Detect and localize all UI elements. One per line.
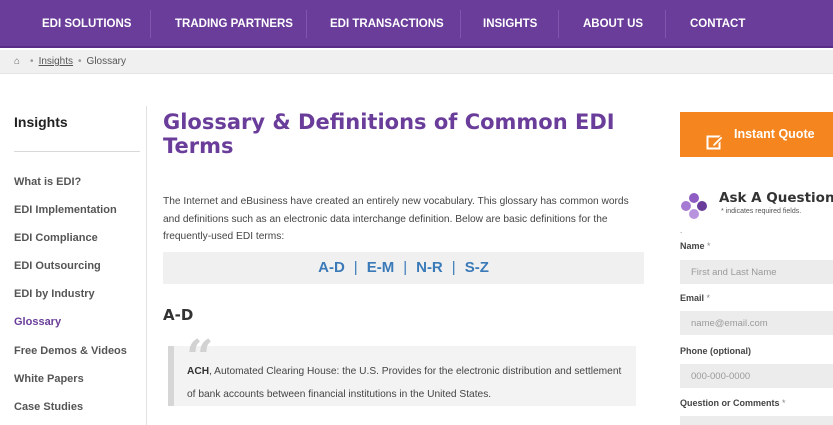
nav-trading-partners[interactable]: TRADING PARTNERS bbox=[175, 0, 293, 48]
glossary-term: ACH bbox=[187, 366, 210, 377]
az-separator: | bbox=[353, 259, 358, 276]
az-separator: | bbox=[403, 259, 408, 276]
breadcrumb: ⌂ • Insights • Glossary bbox=[0, 50, 833, 74]
nav-contact[interactable]: CONTACT bbox=[690, 0, 745, 48]
question-label: Question or Comments * bbox=[680, 398, 786, 408]
sidebar-item-white-papers[interactable]: White Papers bbox=[14, 373, 84, 385]
az-link-s-z[interactable]: S-Z bbox=[465, 259, 489, 276]
page-title: Glossary & Definitions of Common EDI Ter… bbox=[163, 110, 615, 158]
edit-icon bbox=[706, 125, 724, 170]
ask-question-title: Ask A Question bbox=[719, 190, 833, 206]
breadcrumb-current: Glossary bbox=[86, 56, 126, 67]
intro-paragraph: The Internet and eBusiness have created … bbox=[163, 196, 629, 242]
required-fields-note: * indicates required fields. bbox=[721, 208, 802, 215]
az-separator: | bbox=[451, 259, 456, 276]
sidebar-item-edi-implementation[interactable]: EDI Implementation bbox=[14, 204, 117, 216]
question-cluster-icon bbox=[680, 192, 708, 225]
nav-insights[interactable]: INSIGHTS bbox=[483, 0, 537, 48]
instant-quote-label: Instant Quote bbox=[734, 127, 815, 141]
form-dot: . bbox=[680, 226, 683, 235]
breadcrumb-insights-link[interactable]: Insights bbox=[39, 56, 73, 67]
glossary-entry: “ ACH, Automated Clearing House: the U.S… bbox=[168, 334, 636, 406]
sidebar-item-free-demos-videos[interactable]: Free Demos & Videos bbox=[14, 345, 127, 357]
nav-divider bbox=[460, 10, 461, 38]
sidebar-item-case-studies[interactable]: Case Studies bbox=[14, 401, 83, 413]
sidebar-divider bbox=[14, 151, 140, 152]
glossary-definition: , Automated Clearing House: the U.S. Pro… bbox=[187, 366, 622, 400]
question-field[interactable] bbox=[680, 416, 833, 425]
sidebar-item-edi-outsourcing[interactable]: EDI Outsourcing bbox=[14, 260, 101, 272]
sidebar-item-glossary[interactable]: Glossary bbox=[14, 316, 61, 328]
nav-edi-transactions[interactable]: EDI TRANSACTIONS bbox=[330, 0, 444, 48]
sidebar-item-edi-by-industry[interactable]: EDI by Industry bbox=[14, 288, 95, 300]
breadcrumb-separator: • bbox=[78, 56, 82, 67]
az-link-e-m[interactable]: E-M bbox=[367, 259, 395, 276]
name-field[interactable] bbox=[680, 260, 833, 284]
sidebar-heading: Insights bbox=[14, 114, 68, 130]
email-field[interactable] bbox=[680, 311, 833, 335]
breadcrumb-separator: • bbox=[30, 56, 34, 67]
column-divider bbox=[146, 106, 147, 425]
sidebar-item-edi-compliance[interactable]: EDI Compliance bbox=[14, 232, 98, 244]
alphabet-index: A-D | E-M | N-R | S-Z bbox=[163, 252, 644, 284]
name-label: Name * bbox=[680, 241, 711, 251]
nav-divider bbox=[665, 10, 666, 38]
email-label: Email * bbox=[680, 293, 711, 303]
az-link-a-d[interactable]: A-D bbox=[318, 259, 345, 276]
top-navigation: EDI SOLUTIONS TRADING PARTNERS EDI TRANS… bbox=[0, 0, 833, 48]
home-icon[interactable]: ⌂ bbox=[14, 56, 20, 67]
az-link-n-r[interactable]: N-R bbox=[416, 259, 443, 276]
sidebar-item-what-is-edi[interactable]: What is EDI? bbox=[14, 176, 81, 188]
phone-field[interactable] bbox=[680, 364, 833, 388]
glossary-entry-text: ACH, Automated Clearing House: the U.S. … bbox=[187, 360, 632, 406]
instant-quote-button[interactable]: Instant Quote bbox=[680, 112, 833, 157]
phone-label: Phone (optional) bbox=[680, 346, 751, 356]
nav-divider bbox=[306, 10, 307, 38]
nav-divider bbox=[150, 10, 151, 38]
nav-divider bbox=[558, 10, 559, 38]
section-heading-a-d: A-D bbox=[163, 306, 194, 324]
nav-about-us[interactable]: ABOUT US bbox=[583, 0, 643, 48]
nav-edi-solutions[interactable]: EDI SOLUTIONS bbox=[42, 0, 131, 48]
